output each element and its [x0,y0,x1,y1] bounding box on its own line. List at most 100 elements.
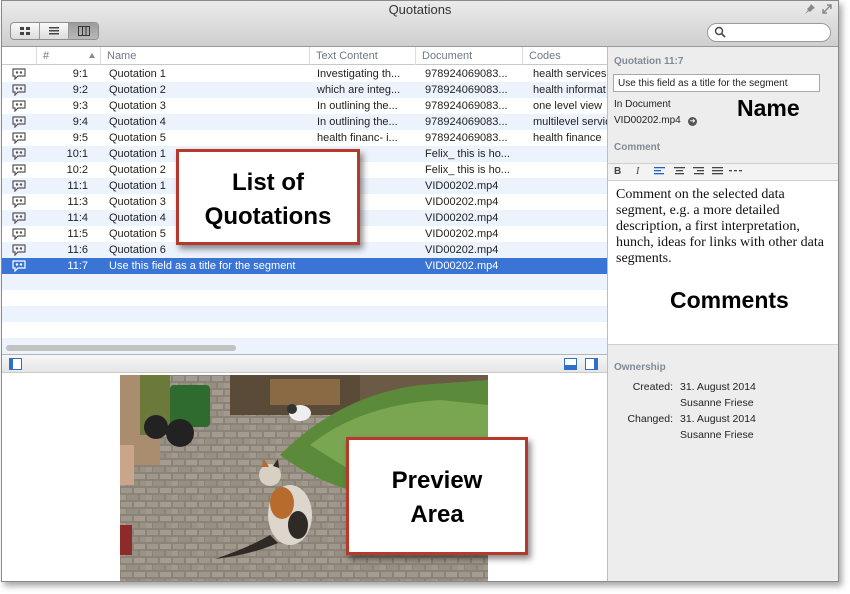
quotation-number: 11:4 [67,212,88,224]
quotation-text-content: In outlining the... [317,100,398,112]
list-view-button[interactable] [40,23,69,39]
quotation-codes [533,210,607,226]
quotation-number: 11:7 [67,260,88,272]
quotation-number: 10:1 [66,148,88,160]
quotation-document: 978924069083... [425,116,508,128]
comment-editor[interactable]: Comment on the selected data segment, e.… [608,181,838,345]
search-field[interactable] [707,23,831,42]
quotation-icon [12,196,28,208]
quotation-icon [12,180,28,192]
pin-icon[interactable] [804,3,816,18]
quotation-document: 978924069083... [425,84,508,96]
justify-icon[interactable] [712,166,723,179]
quotation-name: Quotation 4 [109,116,166,128]
quotation-number: 11:1 [67,180,88,192]
quotation-codes: health finance [533,132,602,144]
quotation-inspector: Quotation 11:7 In Document VID00202.mp4 … [607,47,838,581]
comment-header: Comment [614,142,661,153]
comments-annotation-label: Comments [670,287,789,313]
quotation-document: VID00202.mp4 [425,212,499,224]
quotation-number: 11:6 [67,244,88,256]
table-row[interactable]: 11:7 Use this field as a title for the se… [2,258,607,274]
quotation-codes [533,194,607,210]
icon-view-icon [20,27,30,35]
column-header-name[interactable]: Name [100,47,309,65]
quotation-codes [533,258,607,274]
changed-date: 31. August 2014 [680,413,756,425]
go-to-document-icon[interactable]: ➜ [688,117,697,126]
italic-button[interactable]: I [636,166,639,177]
toggle-sidebar-icon[interactable] [9,358,22,373]
empty-row [2,290,607,306]
horizontal-scrollbar[interactable] [6,345,236,351]
align-center-icon[interactable] [674,166,685,179]
quotation-name-field[interactable] [613,74,820,92]
quotation-document: VID00202.mp4 [425,244,499,256]
in-document-label: In Document [614,99,671,110]
quotation-codes [533,178,607,194]
ownership-header: Ownership [614,362,666,373]
align-left-icon[interactable] [654,166,665,179]
table-row[interactable]: 9:4 Quotation 4 In outlining the... 9789240… [2,114,607,130]
empty-row [2,274,607,290]
quotation-document: 978924069083... [425,100,508,112]
separator-line-icon[interactable] [729,166,743,179]
toggle-right-panel-icon[interactable] [585,358,598,373]
table-row[interactable]: 9:1 Quotation 1 Investigating th... 9789240… [2,66,607,82]
empty-row [2,306,607,322]
column-header-codes[interactable]: Codes [522,47,607,65]
created-label: Created: [632,381,673,393]
column-header-icon[interactable] [2,47,36,65]
table-row[interactable]: 9:2 Quotation 2 which are integ... 97892406… [2,82,607,98]
column-view-icon [77,26,90,36]
quotation-number: 9:5 [72,132,88,144]
search-input[interactable] [730,26,826,39]
table-row[interactable]: 9:5 Quotation 5 health financ- i... 9789240… [2,130,607,146]
table-header: # Name Text Content Document Codes [2,47,607,65]
created-date: 31. August 2014 [680,381,756,393]
column-header-text-content[interactable]: Text Content [309,47,415,65]
quotation-document: VID00202.mp4 [425,260,499,272]
in-document-value: VID00202.mp4 [614,115,681,126]
quotation-codes: health services [533,68,607,80]
quotation-text-content: health financ- i... [317,132,398,144]
quotation-document: Felix_ this is ho... [425,164,510,176]
quotation-codes [533,242,607,258]
changed-by: Susanne Friese [680,429,754,441]
quotation-number: 11:5 [67,228,88,240]
quotation-icon [12,148,28,160]
align-right-icon[interactable] [693,166,704,179]
window-title: Quotations [388,2,452,17]
icon-view-button[interactable] [11,23,40,39]
quotation-icon [12,100,28,112]
quotation-document: Felix_ this is ho... [425,148,510,160]
column-header-document[interactable]: Document [415,47,522,65]
preview-toolbar [2,354,607,373]
quotation-text-content: In outlining the... [317,116,398,128]
quotation-document: 978924069083... [425,132,508,144]
quotation-icon [12,260,28,272]
quotation-document: 978924069083... [425,68,508,80]
quotation-number: 11:3 [67,196,88,208]
toggle-bottom-panel-icon[interactable] [564,358,577,373]
table-row[interactable]: 9:3 Quotation 3 In outlining the... 9789240… [2,98,607,114]
list-of-quotations-callout: List of Quotations [176,149,360,245]
column-view-button[interactable] [69,23,98,39]
quotation-header: Quotation 11:7 [614,56,684,67]
quotation-text-content: which are integ... [317,84,401,96]
fullscreen-icon[interactable] [821,3,833,18]
bold-button[interactable]: B [614,166,621,177]
column-header-number[interactable]: # [36,47,100,65]
preview-area-callout: Preview Area [346,437,528,555]
quotation-icon [12,244,28,256]
quotation-icon [12,212,28,224]
quotation-document: VID00202.mp4 [425,180,499,192]
quotations-window: Quotations # Name Text Content Document … [1,0,839,582]
quotation-number: 9:4 [72,116,88,128]
quotation-icon [12,228,28,240]
quotation-name: Quotation 2 [109,84,166,96]
title-bar: Quotations [2,1,838,47]
view-mode-segmented-control[interactable] [10,22,99,40]
quotation-text-content [317,258,409,274]
quotation-number: 9:2 [72,84,88,96]
